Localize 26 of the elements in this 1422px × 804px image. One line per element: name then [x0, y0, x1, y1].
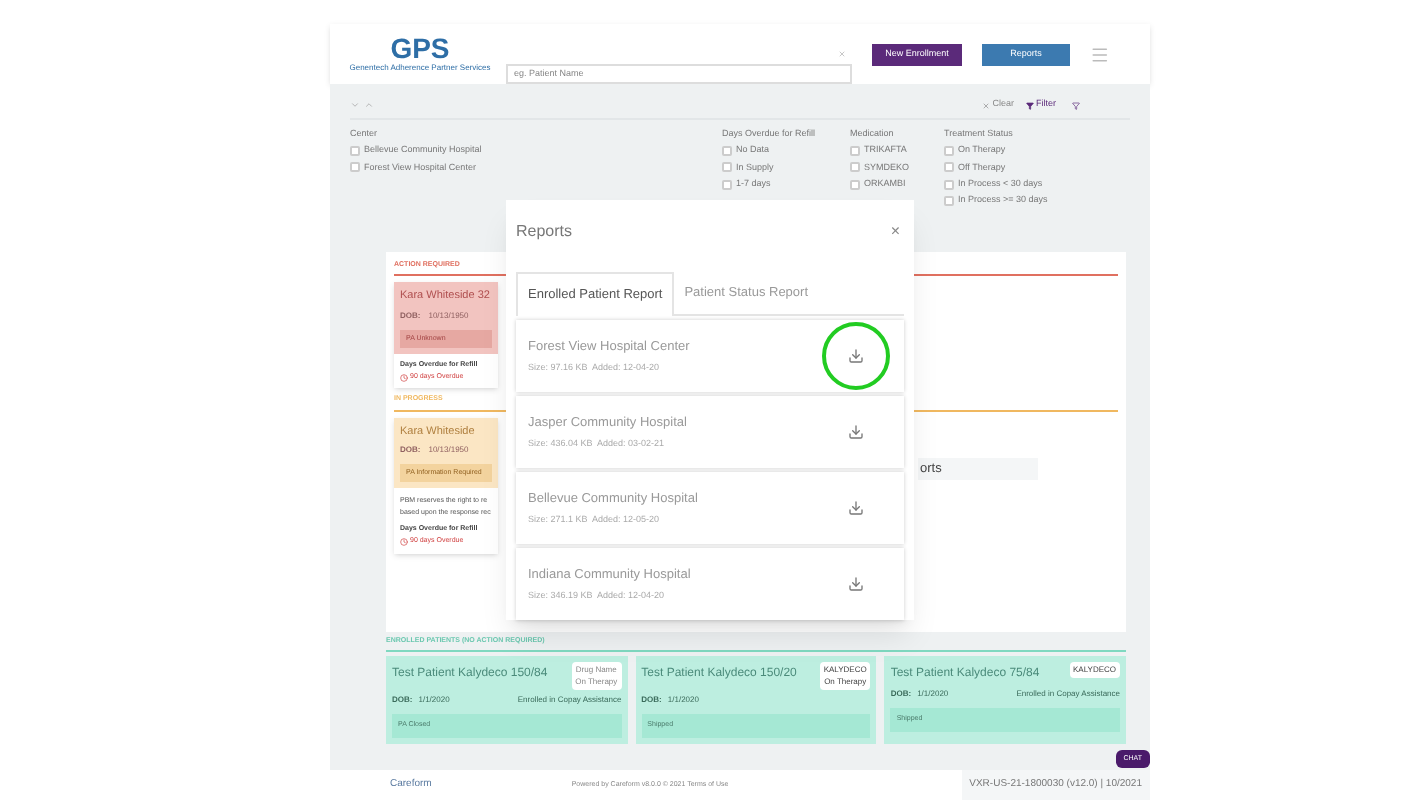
chevron-up-icon[interactable] — [364, 100, 374, 110]
checkbox[interactable] — [944, 179, 954, 190]
gps-logo[interactable]: GPS — [390, 34, 450, 62]
download-icon[interactable] — [848, 424, 864, 440]
download-icon[interactable] — [848, 576, 864, 592]
clock-icon — [400, 537, 408, 546]
filter-icon[interactable] — [1072, 101, 1080, 109]
chevron-down-icon[interactable] — [350, 100, 360, 110]
dialog-title: Reports — [516, 220, 573, 244]
checkbox[interactable] — [850, 162, 860, 173]
menu-icon[interactable] — [1090, 43, 1110, 65]
checkbox[interactable] — [350, 146, 360, 157]
close-button[interactable]: × — [890, 220, 900, 244]
download-icon[interactable] — [848, 348, 864, 364]
checkbox[interactable] — [850, 179, 860, 190]
checkbox[interactable] — [944, 195, 954, 206]
checkbox[interactable] — [722, 146, 732, 157]
checkbox[interactable] — [944, 146, 954, 157]
checkbox[interactable] — [722, 179, 732, 190]
clock-icon — [400, 373, 408, 382]
checkbox[interactable] — [722, 162, 732, 173]
checkbox[interactable] — [944, 162, 954, 173]
download-icon[interactable] — [848, 500, 864, 516]
funnel-icon — [1026, 101, 1034, 109]
checkbox[interactable] — [350, 162, 360, 173]
checkbox[interactable] — [850, 146, 860, 157]
